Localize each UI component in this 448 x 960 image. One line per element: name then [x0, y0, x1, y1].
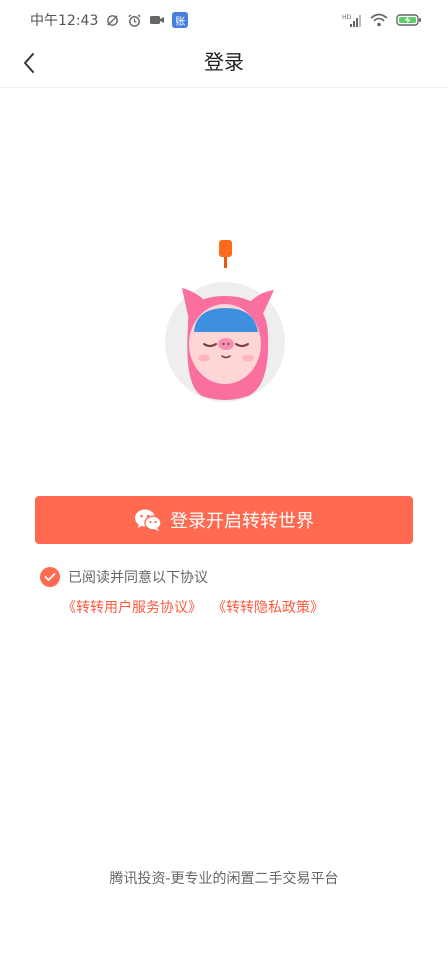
- battery-charging-icon: [396, 13, 422, 27]
- agreement-links: 《转转用户服务协议》 《转转隐私政策》: [62, 597, 324, 617]
- check-icon: [44, 572, 56, 582]
- nav-bar: 登录: [0, 40, 448, 88]
- signal-icon: HD: [342, 13, 362, 28]
- mascot-illustration: [150, 236, 300, 406]
- agreement-row: 已阅读并同意以下协议: [40, 567, 208, 587]
- user-agreement-link[interactable]: 《转转用户服务协议》: [62, 597, 202, 617]
- alarm-icon: [127, 13, 142, 28]
- login-screen: 中午12:43 账 HD 登录 登录开启转转世界 已阅读并同意以下协议 《转转用…: [0, 0, 448, 960]
- video-icon: [149, 13, 165, 27]
- footer-slogan: 腾讯投资-更专业的闲置二手交易平台: [109, 871, 339, 887]
- network-label: HD: [342, 14, 352, 21]
- wechat-icon: [134, 508, 162, 532]
- page-title: 登录: [204, 50, 244, 74]
- app-badge-icon: 账: [172, 12, 189, 28]
- wifi-icon: [370, 13, 388, 27]
- status-right: HD: [342, 13, 422, 28]
- privacy-policy-link[interactable]: 《转转隐私政策》: [212, 597, 324, 617]
- status-bar: 中午12:43 账 HD: [0, 0, 448, 40]
- status-time: 中午12:43: [30, 13, 99, 29]
- sync-off-icon: [105, 13, 120, 28]
- login-button-label: 登录开启转转世界: [170, 511, 314, 532]
- agreement-text: 已阅读并同意以下协议: [68, 570, 208, 586]
- agreement-checkbox[interactable]: [40, 567, 60, 587]
- status-left: 中午12:43 账: [30, 10, 189, 30]
- wechat-login-button[interactable]: 登录开启转转世界: [35, 496, 413, 544]
